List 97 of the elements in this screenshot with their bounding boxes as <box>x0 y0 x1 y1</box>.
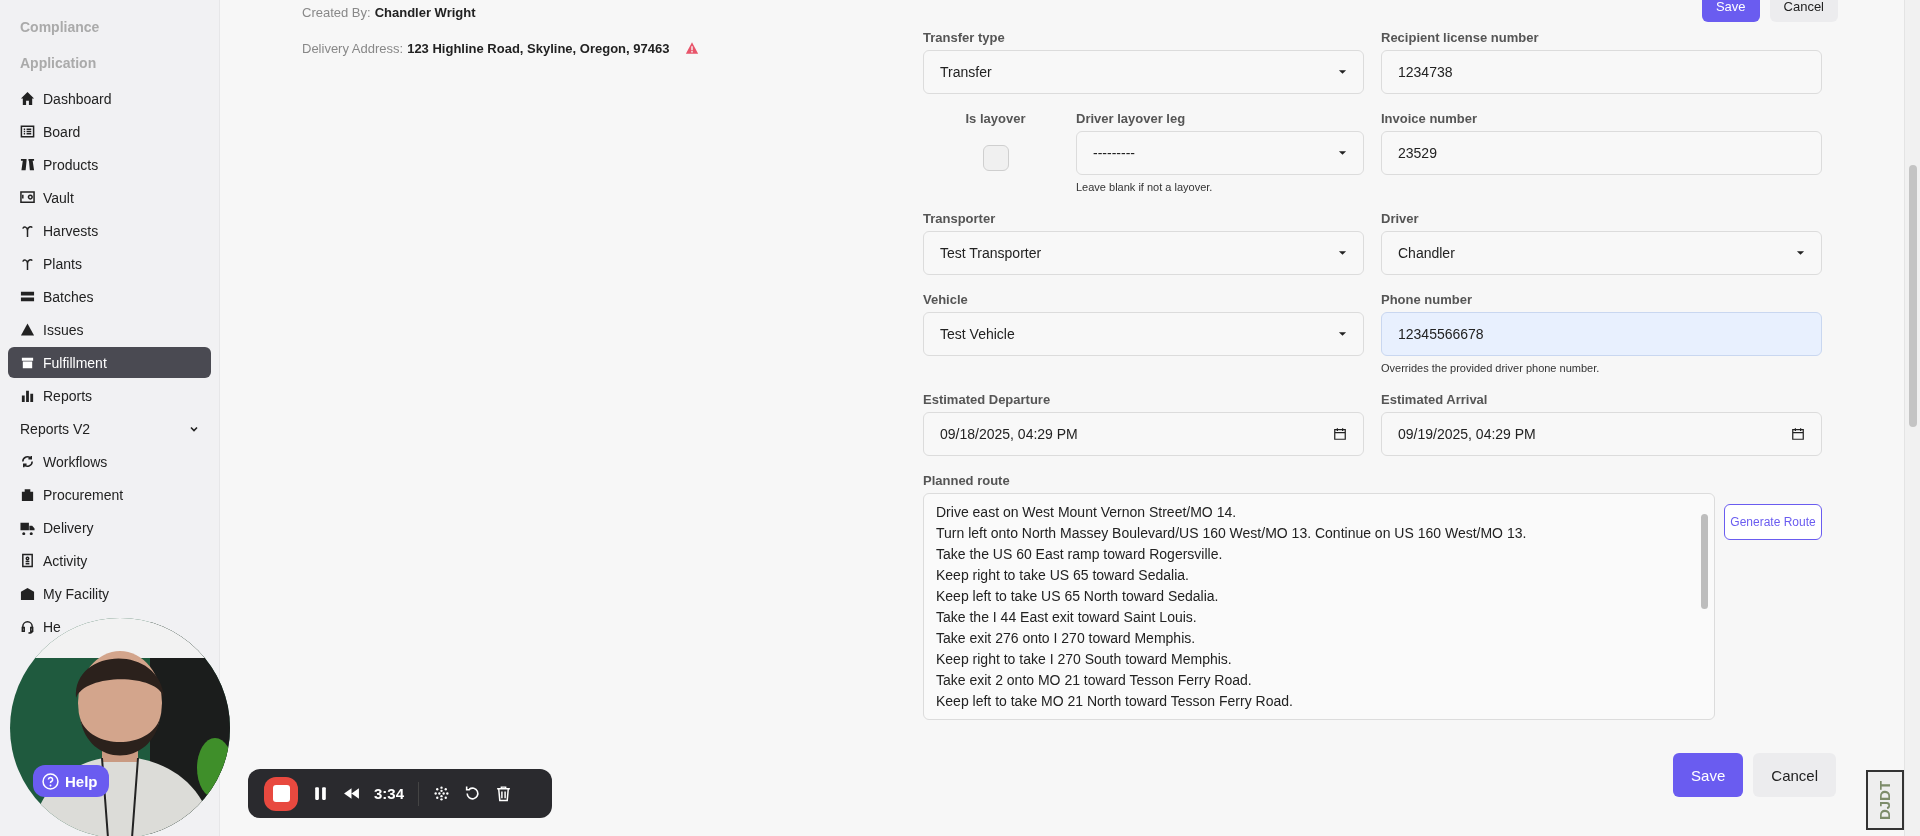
route-step: Keep left to take US 65 North toward Sedalia. <box>936 586 1686 607</box>
save-button[interactable]: Save <box>1701 0 1760 22</box>
sidebar-item[interactable]: Plants <box>8 248 211 279</box>
bar-chart-icon <box>20 388 35 403</box>
field-label: Recipient license number <box>1381 30 1540 46</box>
sidebar-item[interactable]: Vault <box>8 182 211 213</box>
list-icon <box>20 124 35 139</box>
sidebar-heading: Application <box>20 54 98 73</box>
route-step: Take the I 44 East exit toward Saint Louis. <box>936 607 1686 628</box>
bag-icon <box>20 487 35 502</box>
sidebar-item[interactable]: Batches <box>8 281 211 312</box>
recording-time: 3:34 <box>374 785 405 802</box>
route-step: Take the US 60 East ramp toward Rogersville. <box>936 544 1686 565</box>
sidebar-item[interactable]: Activity <box>8 545 211 576</box>
field-label: Planned route <box>923 473 1011 489</box>
field-label: Phone number <box>1381 292 1473 308</box>
route-step: Take exit 2 onto MO 21 toward Tesson Ferry Road. <box>936 670 1686 691</box>
route-step: Turn left onto North Massey Boulevard/US 160 West/MO 13. Continue on US 160 West/MO 13. <box>936 523 1686 544</box>
field-label: Created By: <box>302 4 371 20</box>
input-field[interactable]: 12345566678 <box>1381 312 1822 356</box>
sprout-icon <box>20 256 35 271</box>
field-label: Driver <box>1381 211 1420 227</box>
sidebar-item[interactable]: Dashboard <box>8 83 211 114</box>
route-step: Keep right to take US 65 toward Sedalia. <box>936 565 1686 586</box>
route-step: Keep right to take I 270 South toward Memphis. <box>936 649 1686 670</box>
field-label: Estimated Arrival <box>1381 392 1489 408</box>
field-label: Transporter <box>923 211 997 227</box>
route-step: Take exit 276 onto I 270 toward Memphis. <box>936 628 1686 649</box>
sidebar-item[interactable]: My Facility <box>8 578 211 609</box>
sidebar-item[interactable]: Products <box>8 149 211 180</box>
sidebar-item[interactable]: Board <box>8 116 211 147</box>
field-label: Is layover <box>965 111 1026 127</box>
stack-icon <box>20 289 35 304</box>
caret-icon <box>1796 250 1805 256</box>
sidebar-heading: Compliance <box>20 18 101 37</box>
save-button[interactable]: Save <box>1673 753 1744 797</box>
warning-icon <box>20 322 35 337</box>
refresh-icon[interactable] <box>464 785 482 802</box>
sidebar-item[interactable]: Procurement <box>8 479 211 510</box>
help-button[interactable]: Help <box>33 765 109 797</box>
cancel-button[interactable]: Cancel <box>1753 753 1836 797</box>
field-label: Vehicle <box>923 292 969 308</box>
scrollbar[interactable] <box>1904 0 1920 836</box>
truck-icon <box>20 520 35 535</box>
route-text-area[interactable] <box>923 493 1715 720</box>
select-field[interactable]: Test Transporter <box>923 231 1364 275</box>
select-field[interactable]: Chandler <box>1381 231 1822 275</box>
dot-grid-icon[interactable] <box>433 785 451 802</box>
delivery-address: 123 Highline Road, Skyline, Oregon, 97463 <box>407 40 670 56</box>
sidebar-item[interactable]: Delivery <box>8 512 211 543</box>
input-field[interactable]: 23529 <box>1381 131 1822 175</box>
stop-button[interactable] <box>264 776 298 811</box>
sidebar-item[interactable]: He <box>8 611 61 642</box>
field-label: Invoice number <box>1381 111 1479 127</box>
sidebar-item[interactable]: Harvests <box>8 215 211 246</box>
creator-name: Chandler Wright <box>374 4 476 20</box>
caret-icon <box>1338 69 1347 75</box>
rewind-icon[interactable] <box>343 785 360 802</box>
box-icon <box>20 355 35 370</box>
field-label: Delivery Address: <box>302 40 404 56</box>
date-field[interactable]: 09/18/2025, 04:29 PM <box>923 412 1364 456</box>
sprout-icon <box>20 223 35 238</box>
generate-route-button[interactable]: Generate Route <box>1724 504 1822 540</box>
cycle-icon <box>20 454 35 469</box>
helper-text: Overrides the provided driver phone number. <box>1381 361 1601 375</box>
sidebar-item[interactable]: Workflows <box>8 446 211 477</box>
select-field[interactable]: Transfer <box>923 50 1364 94</box>
route-step: Keep left to take MO 21 North toward Tesson Ferry Road. <box>936 691 1686 712</box>
flask-icon <box>20 157 35 172</box>
safe-icon <box>20 190 35 205</box>
helper-text: Leave blank if not a layover. <box>1076 180 1214 194</box>
caret-icon <box>1338 331 1347 337</box>
question-icon <box>42 772 59 790</box>
field-label: Estimated Departure <box>923 392 1052 408</box>
field-label: Transfer type <box>923 30 1006 46</box>
cancel-button[interactable]: Cancel <box>1769 0 1838 22</box>
field-label: Driver layover leg <box>1076 111 1187 127</box>
caret-icon <box>1338 250 1347 256</box>
sidebar-item[interactable]: Issues <box>8 314 211 345</box>
sidebar-item[interactable]: Reports <box>8 380 211 411</box>
calendar-icon <box>1333 427 1347 441</box>
route-step: Drive east on West Mount Vernon Street/MO 14. <box>936 502 1686 523</box>
select-field[interactable]: --------- <box>1076 131 1364 175</box>
input-field[interactable]: 1234738 <box>1381 50 1822 94</box>
calendar-icon <box>1791 427 1805 441</box>
trash-icon[interactable] <box>495 785 513 802</box>
home-icon <box>20 91 35 106</box>
sidebar-group[interactable]: Reports V2 <box>8 413 211 444</box>
warehouse-icon <box>20 586 35 601</box>
date-field[interactable]: 09/19/2025, 04:29 PM <box>1381 412 1822 456</box>
select-field[interactable]: Test Vehicle <box>923 312 1364 356</box>
pause-icon[interactable] <box>312 785 329 802</box>
caret-icon <box>1338 150 1347 156</box>
checkbox[interactable] <box>982 145 1009 171</box>
headset-icon <box>20 619 35 634</box>
sidebar-item[interactable]: Fulfillment <box>8 347 211 378</box>
id-badge-icon <box>20 553 35 568</box>
